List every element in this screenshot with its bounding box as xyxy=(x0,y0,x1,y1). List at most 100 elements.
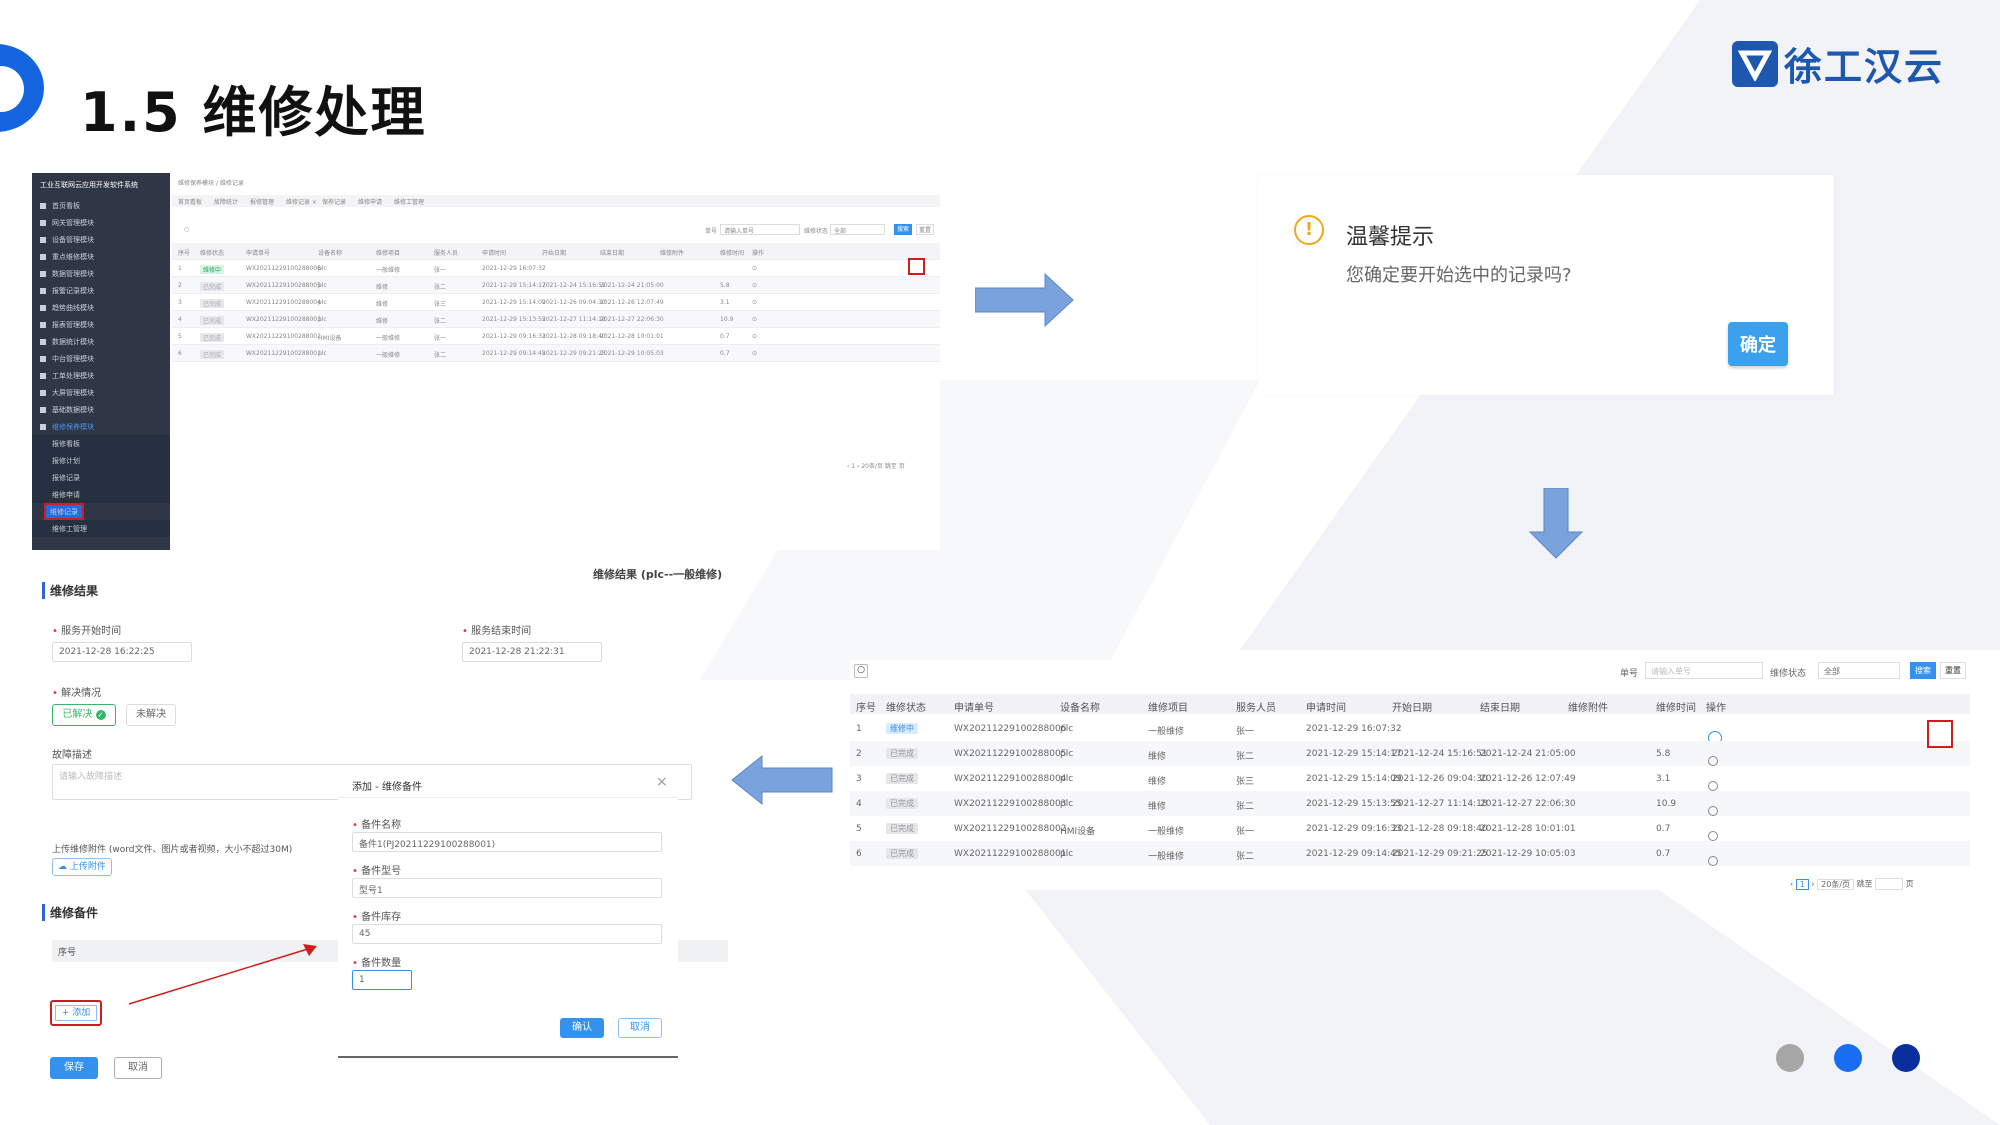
sidebar-subitem[interactable]: 维修申请 xyxy=(32,486,170,503)
table-cell: 5 xyxy=(856,824,862,834)
confirm-button[interactable]: 确定 xyxy=(1728,322,1788,366)
column-header: 设备名称 xyxy=(318,250,343,257)
start-time-input[interactable]: 2021-12-28 16:22:25 xyxy=(52,642,192,662)
unresolved-option[interactable]: 未解决 xyxy=(126,704,176,726)
start-icon[interactable]: ⊙ xyxy=(752,265,757,272)
add-part-modal: 添加 - 维修备件 × • 备件名称 备件1(PJ202112291002880… xyxy=(338,768,678,1058)
sidebar-item[interactable]: 工单处理模块 xyxy=(32,367,170,384)
sidebar-subitem[interactable]: 报修计划 xyxy=(32,452,170,469)
sidebar-item[interactable]: 数据统计模块 xyxy=(32,333,170,350)
tab-item[interactable]: 保养记录 xyxy=(322,197,346,206)
table-cell: 1 xyxy=(856,724,862,734)
refresh-icon[interactable]: ○ xyxy=(184,226,189,233)
sidebar-item[interactable]: 重点维修模块 xyxy=(32,248,170,265)
menu-icon xyxy=(40,338,46,345)
page-title: 1.5 维修处理 xyxy=(80,81,427,144)
part-qty-input[interactable]: 1 xyxy=(352,970,412,990)
indicator-dot xyxy=(1892,1044,1920,1072)
page-number[interactable]: 1 xyxy=(1795,878,1809,890)
view-icon[interactable]: ⊙ xyxy=(752,299,757,306)
part-stock-input[interactable]: 45 xyxy=(352,924,662,944)
table-cell: 一般维修 xyxy=(1148,827,1185,837)
cancel-button[interactable]: 取消 xyxy=(114,1057,162,1079)
sidebar-item[interactable]: 趋势曲线模块 xyxy=(32,299,170,316)
column-header: 结束日期 xyxy=(1480,703,1520,714)
table-row: 1 维修中 WX20211229100288006 plc 一般维修 张一 2021-12-… xyxy=(172,260,940,277)
reset-button[interactable]: 重置 xyxy=(916,224,934,235)
title-accent-shape xyxy=(0,44,44,132)
table-header: 序号 维修状态 申请单号 设备名称 维修项目 服务人员 申请时间 开始日期 结束日期 维修附件 维修… xyxy=(850,694,1970,714)
view-icon[interactable]: ⊙ xyxy=(752,316,757,323)
page-suffix: 页 xyxy=(1905,879,1914,889)
tab-item[interactable]: 报修管理 xyxy=(250,197,274,206)
modal-ok-button[interactable]: 确认 xyxy=(560,1018,604,1038)
table-row: 6 已完成 WX20211229100288001 plc 一般维修 张二 2021-12-… xyxy=(850,841,1970,866)
menu-icon xyxy=(40,253,46,260)
filter-status-select[interactable]: 全部 xyxy=(830,224,885,235)
column-header: 申请时间 xyxy=(482,250,507,257)
view-icon[interactable]: ⊙ xyxy=(752,350,757,357)
end-time-input[interactable]: 2021-12-28 21:22:31 xyxy=(462,642,602,662)
logo-text: 徐工汉云 xyxy=(1784,45,1945,89)
view-icon[interactable]: ⊙ xyxy=(752,282,757,289)
app-title: 工业互联网云应用开发软件系统 xyxy=(40,181,138,189)
table-cell: plc xyxy=(318,299,327,306)
table-cell: WX20211229100288003 xyxy=(954,799,1067,809)
sidebar-item-label: 基础数据模块 xyxy=(52,405,94,414)
sidebar-subitem[interactable]: 维修记录 xyxy=(44,503,84,520)
table-cell: 3 xyxy=(856,774,862,784)
tab-item[interactable]: 首页看板 xyxy=(178,197,202,206)
sidebar-subitem[interactable]: 报修看板 xyxy=(32,435,170,452)
sidebar-item[interactable]: 数据管理模块 xyxy=(32,265,170,282)
sidebar-item[interactable]: 网关管理模块 xyxy=(32,214,170,231)
table-cell: 2021-12-29 09:16:33 xyxy=(482,333,546,340)
filter-status-select[interactable]: 全部 xyxy=(1818,662,1900,679)
eye-icon xyxy=(1708,831,1718,841)
goto-input[interactable] xyxy=(1875,878,1904,890)
sidebar-item[interactable]: 基础数据模块 xyxy=(32,401,170,418)
eye-icon xyxy=(1708,856,1718,866)
table-cell: 2021-12-27 22:06:30 xyxy=(600,316,664,323)
sidebar-item[interactable]: 维修保养模块 xyxy=(32,418,170,435)
page-size-select[interactable]: 20条/页 xyxy=(1817,878,1855,890)
sidebar-item[interactable]: 报表管理模块 xyxy=(32,316,170,333)
table-cell: plc xyxy=(318,350,327,357)
start-action-highlight[interactable] xyxy=(908,258,925,275)
column-header: 申请单号 xyxy=(246,250,271,257)
table-cell: 2021-12-27 11:14:18 xyxy=(1392,799,1488,809)
add-highlight[interactable]: + 添加 xyxy=(50,1000,102,1026)
add-button[interactable]: + 添加 xyxy=(55,1005,97,1021)
search-button[interactable]: 搜索 xyxy=(1910,662,1936,679)
filter-no-input[interactable]: 请输入单号 xyxy=(720,224,800,235)
column-header: 序号 xyxy=(178,250,191,257)
sidebar-item[interactable]: 大屏管理模块 xyxy=(32,384,170,401)
upload-button[interactable]: ☁ 上传附件 xyxy=(52,858,112,876)
sidebar-item-label: 数据管理模块 xyxy=(52,269,94,278)
sidebar-item[interactable]: 设备管理模块 xyxy=(32,231,170,248)
sidebar-item[interactable]: 中台管理模块 xyxy=(32,350,170,367)
table-cell: 2 xyxy=(178,282,182,289)
part-name-select[interactable]: 备件1(PJ20211229100288001) xyxy=(352,832,662,852)
sidebar-subitem[interactable]: 报修记录 xyxy=(32,469,170,486)
tab-item[interactable]: 维修申请 xyxy=(358,197,382,206)
tab-item[interactable]: 维修记录 × xyxy=(286,197,317,206)
part-model-input[interactable]: 型号1 xyxy=(352,878,662,898)
tab-item[interactable]: 故障统计 xyxy=(214,197,238,206)
save-button[interactable]: 保存 xyxy=(50,1057,98,1079)
arrow-left-icon xyxy=(731,754,833,806)
sidebar-item[interactable]: 首页看板 xyxy=(32,197,170,214)
table-cell: 张一 xyxy=(434,267,447,274)
view-icon[interactable]: ⊙ xyxy=(752,333,757,340)
sidebar-subitem[interactable]: 维修工管理 xyxy=(32,520,170,537)
sidebar-item[interactable]: 报警记录模块 xyxy=(32,282,170,299)
search-button[interactable]: 搜索 xyxy=(894,224,912,235)
edit-action-highlight[interactable] xyxy=(1927,720,1953,748)
modal-cancel-button[interactable]: 取消 xyxy=(618,1018,662,1038)
tab-item[interactable]: 维修工管理 xyxy=(394,197,424,206)
filter-no-input[interactable]: 请输入单号 xyxy=(1645,662,1763,679)
resolved-option[interactable]: 已解决 ✓ xyxy=(52,704,116,726)
close-icon[interactable]: × xyxy=(656,774,668,790)
eye-icon xyxy=(1708,781,1718,791)
refresh-icon[interactable]: ○ xyxy=(854,664,868,678)
reset-button[interactable]: 重置 xyxy=(1940,662,1966,679)
